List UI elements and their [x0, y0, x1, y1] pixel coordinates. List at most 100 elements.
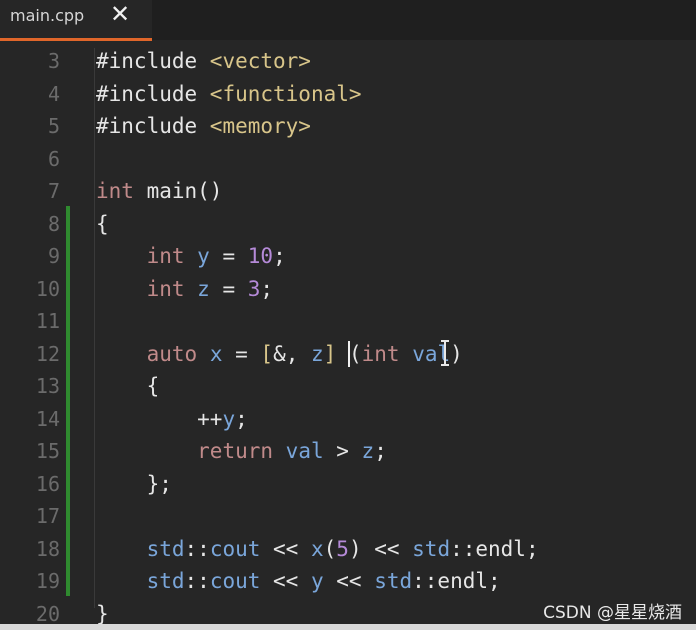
code-line[interactable]: #include <functional> [96, 78, 362, 110]
code-token: << [260, 569, 311, 593]
line-number: 16 [35, 471, 60, 496]
line-number: 10 [35, 276, 60, 301]
line-number: 19 [35, 569, 60, 593]
line-number: 9 [47, 244, 60, 268]
code-line[interactable]: int y = 10; [96, 240, 286, 272]
code-token: std [146, 569, 185, 593]
code-token: 3 [247, 276, 261, 301]
code-token: }; [96, 471, 172, 496]
code-token: <memory> [209, 114, 311, 138]
code-line[interactable]: std::cout << x(5) << std::endl; [96, 533, 539, 565]
code-token: val [285, 439, 324, 463]
code-line[interactable]: std::cout << y << std::endl; [96, 565, 501, 597]
code-token: int [146, 276, 185, 301]
code-token: &, [273, 341, 311, 366]
code-token: } [96, 601, 109, 626]
editor-tab-main-cpp[interactable]: main.cpp ✕ [0, 0, 152, 40]
line-number: 8 [47, 211, 60, 236]
code-token: ( [323, 536, 337, 561]
code-line[interactable]: }; [96, 468, 172, 500]
code-token: z [361, 439, 375, 463]
code-token: = [209, 276, 248, 301]
code-token: ; [260, 276, 274, 301]
code-token: ; [273, 244, 286, 268]
code-token: 5 [336, 536, 349, 561]
code-token: int [96, 179, 134, 203]
code-token: ) << [348, 536, 413, 561]
code-token: <vector> [209, 49, 311, 73]
code-token: { [96, 211, 109, 236]
code-token: 10 [247, 244, 274, 268]
code-token: y [222, 406, 236, 431]
code-line[interactable]: { [96, 370, 160, 402]
close-icon[interactable]: ✕ [110, 0, 130, 28]
code-token: int [146, 244, 185, 268]
watermark: CSDN @星星烧酒 [543, 603, 682, 623]
code-token: << [323, 569, 375, 593]
code-token: :: [184, 536, 210, 561]
line-number: 11 [35, 309, 60, 333]
code-line[interactable]: { [96, 208, 109, 240]
text-cursor [348, 341, 350, 367]
code-token: std [146, 536, 185, 561]
code-token: ] [323, 341, 337, 366]
code-line[interactable]: auto x = [&, z] (int val) [96, 338, 463, 370]
code-token: ; [374, 439, 387, 463]
code-line[interactable]: #include <memory> [96, 110, 311, 142]
tab-bar: main.cpp ✕ [0, 0, 696, 41]
tab-filename[interactable]: main.cpp [10, 6, 84, 25]
code-line[interactable]: #include <vector> [96, 45, 311, 77]
line-number: 7 [47, 179, 60, 203]
code-token: ::endl; [450, 536, 539, 561]
code-token: x [209, 341, 223, 366]
code-token: cout [209, 569, 261, 593]
code-token: z [197, 276, 210, 301]
code-token: = [222, 341, 261, 366]
line-number: 13 [35, 374, 60, 398]
code-line[interactable]: int main() [96, 175, 222, 207]
code-token: cout [209, 536, 261, 561]
code-line[interactable]: return val > z; [96, 435, 387, 467]
code-token: return [197, 439, 274, 463]
code-token: main() [133, 179, 223, 203]
ibeam-cursor-icon [441, 340, 449, 366]
code-token: z [311, 341, 324, 366]
code-line[interactable]: int z = 3; [96, 273, 274, 305]
code-token: <functional> [209, 81, 362, 106]
code-token: auto [146, 341, 198, 366]
code-token: int [361, 341, 400, 366]
line-number: 12 [35, 341, 60, 366]
code-token: [ [260, 341, 274, 366]
code-token: ::endl; [412, 569, 501, 593]
line-number: 15 [35, 439, 60, 463]
code-token: std [374, 569, 413, 593]
indent-guide [94, 48, 95, 608]
code-token: > [323, 439, 362, 463]
bottom-strip [0, 624, 696, 630]
code-token: ++ [96, 406, 223, 431]
line-number: 18 [35, 536, 60, 561]
code-line[interactable]: ++y; [96, 403, 248, 435]
line-number: 5 [47, 114, 60, 138]
code-token: #include [96, 81, 210, 106]
code-token: #include [96, 114, 210, 138]
code-token: #include [96, 49, 210, 73]
line-number: 17 [35, 504, 60, 528]
line-number: 6 [47, 146, 60, 171]
code-token: ) [450, 341, 463, 366]
code-token: x [310, 536, 324, 561]
code-token: std [412, 536, 451, 561]
code-token: y [310, 569, 324, 593]
code-token: ; [235, 406, 248, 431]
